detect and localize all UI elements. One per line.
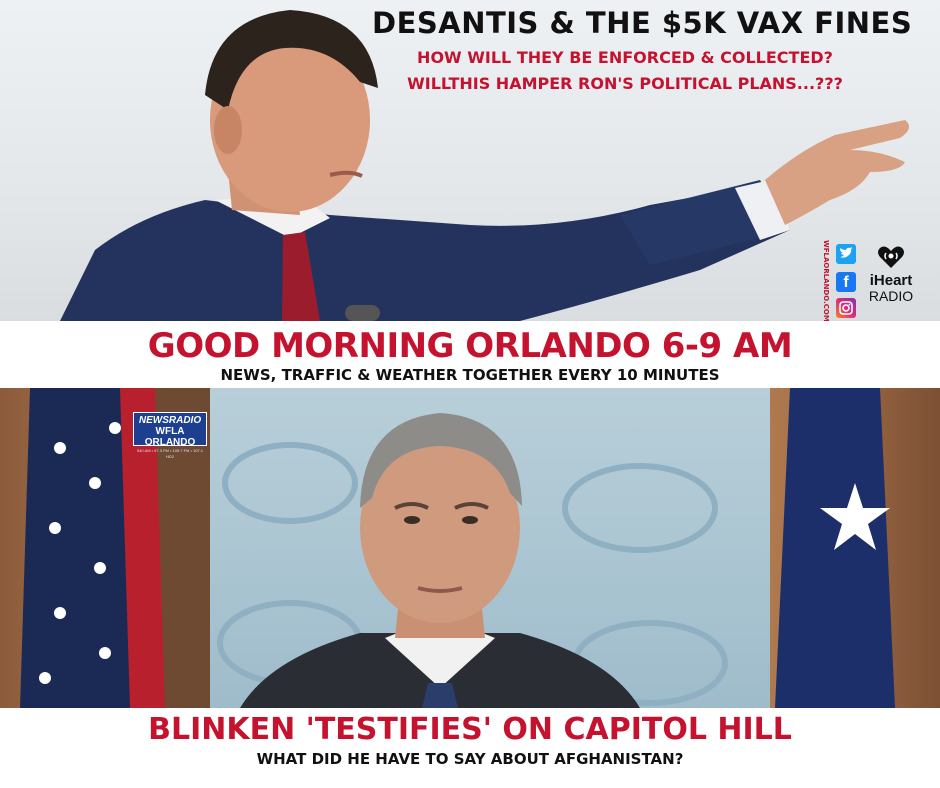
- bottom-headline: BLINKEN 'TESTIFIES' ON CAPITOL HILL: [148, 712, 792, 747]
- twitter-icon[interactable]: [836, 244, 856, 264]
- badge-line-1: NEWSRADIO: [138, 415, 202, 426]
- newsradio-badge: NEWSRADIO WFLA ORLANDO 540 AM • 97.3 FM …: [133, 412, 207, 459]
- top-subline-2: WILLTHIS HAMPER RON'S POLITICAL PLANS...…: [407, 74, 843, 93]
- site-url[interactable]: WFLAORLANDO.COM: [816, 240, 830, 321]
- iheartradio-logo: iHeart RADIO: [866, 244, 916, 318]
- top-subline-1: HOW WILL THEY BE ENFORCED & COLLECTED?: [417, 48, 833, 67]
- badge-line-3: 540 AM • 97.3 FM • 105.7 FM • 107.1 HD2: [136, 448, 203, 459]
- bottom-subline: WHAT DID HE HAVE TO SAY ABOUT AFGHANISTA…: [256, 750, 684, 768]
- show-title: GOOD MORNING ORLANDO 6-9 AM: [147, 326, 793, 366]
- bottom-photo-panel: NEWSRADIO WFLA ORLANDO 540 AM • 97.3 FM …: [0, 388, 940, 708]
- instagram-icon[interactable]: [836, 298, 856, 318]
- iheart-radio-label: RADIO: [868, 288, 914, 304]
- top-photo-panel: DESANTIS & THE $5K VAX FINES HOW WILL TH…: [0, 0, 940, 321]
- badge-line-2: WFLA ORLANDO: [144, 426, 196, 448]
- iheart-name: iHeart: [869, 272, 913, 289]
- iheart-heart-icon: [878, 246, 904, 268]
- top-headline: DESANTIS & THE $5K VAX FINES: [372, 6, 913, 40]
- show-tagline: NEWS, TRAFFIC & WEATHER TOGETHER EVERY 1…: [220, 366, 720, 384]
- facebook-icon[interactable]: f: [836, 272, 856, 292]
- social-links: WFLAORLANDO.COM f iHeart RADIO: [816, 240, 918, 321]
